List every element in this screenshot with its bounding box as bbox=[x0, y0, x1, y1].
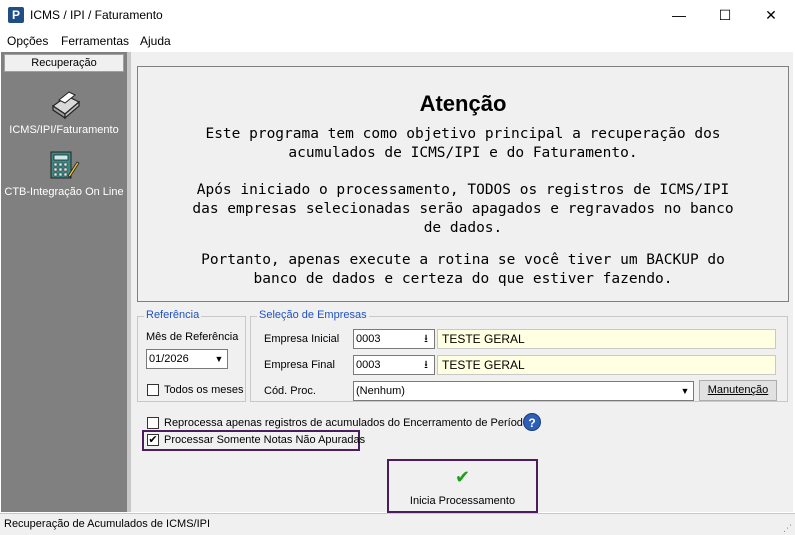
somente-notas-label: Processar Somente Notas Não Apuradas bbox=[164, 434, 366, 446]
status-text: Recuperação de Acumulados de ICMS/IPI bbox=[4, 518, 211, 530]
manutencao-button[interactable]: Manutenção bbox=[699, 380, 777, 401]
empresa-final-label: Empresa Final bbox=[264, 359, 335, 371]
menu-opcoes[interactable]: Opções bbox=[7, 34, 48, 48]
minimize-button[interactable]: — bbox=[656, 0, 702, 31]
empresa-inicial-name: TESTE GERAL bbox=[437, 329, 776, 349]
cod-proc-label: Cód. Proc. bbox=[264, 385, 316, 397]
window-title: ICMS / IPI / Faturamento bbox=[30, 8, 163, 22]
warning-paragraph-1: Este programa tem como objetivo principa… bbox=[205, 126, 721, 161]
lookup-arrow-icon[interactable]: ⭳ bbox=[418, 356, 434, 374]
todos-meses-checkbox[interactable] bbox=[147, 384, 159, 396]
chevron-down-icon[interactable]: ▼ bbox=[211, 350, 227, 368]
help-icon[interactable]: ? bbox=[523, 413, 541, 431]
empresa-final-name: TESTE GERAL bbox=[437, 355, 776, 375]
main-content: Atenção Este programa tem como objetivo … bbox=[131, 52, 793, 513]
warning-paragraph-3: Portanto, apenas execute a rotina se voc… bbox=[201, 252, 725, 287]
inicia-processamento-label: Inicia Processamento bbox=[409, 495, 516, 507]
empresa-final-input[interactable]: 0003 ⭳ bbox=[353, 355, 435, 375]
empresa-inicial-input[interactable]: 0003 ⭳ bbox=[353, 329, 435, 349]
mes-referencia-value: 01/2026 bbox=[149, 353, 189, 365]
sidebar-header[interactable]: Recuperação bbox=[4, 54, 124, 72]
menu-ferramentas[interactable]: Ferramentas bbox=[61, 34, 129, 48]
resize-grip-icon[interactable]: ⋰ bbox=[783, 523, 792, 534]
todos-meses-label: Todos os meses bbox=[164, 384, 244, 396]
app-logo-icon: P bbox=[8, 7, 24, 23]
sidebar: Recuperação ICMS/IPI/Faturamento CTB-Int… bbox=[1, 52, 127, 512]
cod-proc-select[interactable]: (Nenhum) ▼ bbox=[353, 381, 694, 401]
selecao-empresas-group: Seleção de Empresas Empresa Inicial 0003… bbox=[250, 309, 788, 402]
selecao-title: Seleção de Empresas bbox=[257, 309, 369, 321]
maximize-button[interactable]: ☐ bbox=[702, 0, 748, 31]
lookup-arrow-icon[interactable]: ⭳ bbox=[418, 330, 434, 348]
sidebar-item-icms[interactable]: ICMS/IPI/Faturamento bbox=[1, 88, 127, 136]
empresa-final-code: 0003 bbox=[356, 359, 381, 371]
mes-referencia-select[interactable]: 01/2026 ▼ bbox=[146, 349, 228, 369]
status-bar: Recuperação de Acumulados de ICMS/IPI ⋰ bbox=[0, 513, 795, 535]
printer-icon bbox=[51, 91, 81, 120]
somente-notas-checkbox[interactable]: ✔ bbox=[147, 434, 159, 446]
reprocessa-label: Reprocessa apenas registros de acumulado… bbox=[164, 417, 530, 429]
close-button[interactable]: ✕ bbox=[748, 0, 794, 31]
sidebar-item-ctb[interactable]: CTB-Integração On Line bbox=[1, 150, 127, 198]
empresa-inicial-code: 0003 bbox=[356, 333, 381, 345]
referencia-group: Referência Mês de Referência 01/2026 ▼ T… bbox=[137, 309, 246, 402]
reprocessa-checkbox[interactable] bbox=[147, 417, 159, 429]
inicia-processamento-button[interactable]: ✔ Inicia Processamento bbox=[387, 459, 538, 513]
title-bar: P ICMS / IPI / Faturamento — ☐ ✕ bbox=[0, 0, 795, 31]
mes-referencia-label: Mês de Referência bbox=[146, 331, 239, 343]
calculator-icon bbox=[50, 151, 80, 179]
empresa-inicial-label: Empresa Inicial bbox=[264, 333, 340, 345]
sidebar-item-label: CTB-Integração On Line bbox=[4, 186, 124, 198]
sidebar-item-label: ICMS/IPI/Faturamento bbox=[9, 124, 119, 136]
check-icon: ✔ bbox=[454, 467, 471, 487]
referencia-title: Referência bbox=[144, 309, 202, 321]
warning-paragraph-2: Após iniciado o processamento, TODOS os … bbox=[192, 182, 734, 236]
warning-panel: Atenção Este programa tem como objetivo … bbox=[137, 66, 789, 302]
cod-proc-value: (Nenhum) bbox=[356, 385, 405, 397]
menu-bar: Opções Ferramentas Ajuda bbox=[0, 31, 795, 51]
warning-title: Atenção bbox=[419, 91, 507, 116]
menu-ajuda[interactable]: Ajuda bbox=[140, 34, 171, 48]
chevron-down-icon[interactable]: ▼ bbox=[677, 382, 693, 400]
